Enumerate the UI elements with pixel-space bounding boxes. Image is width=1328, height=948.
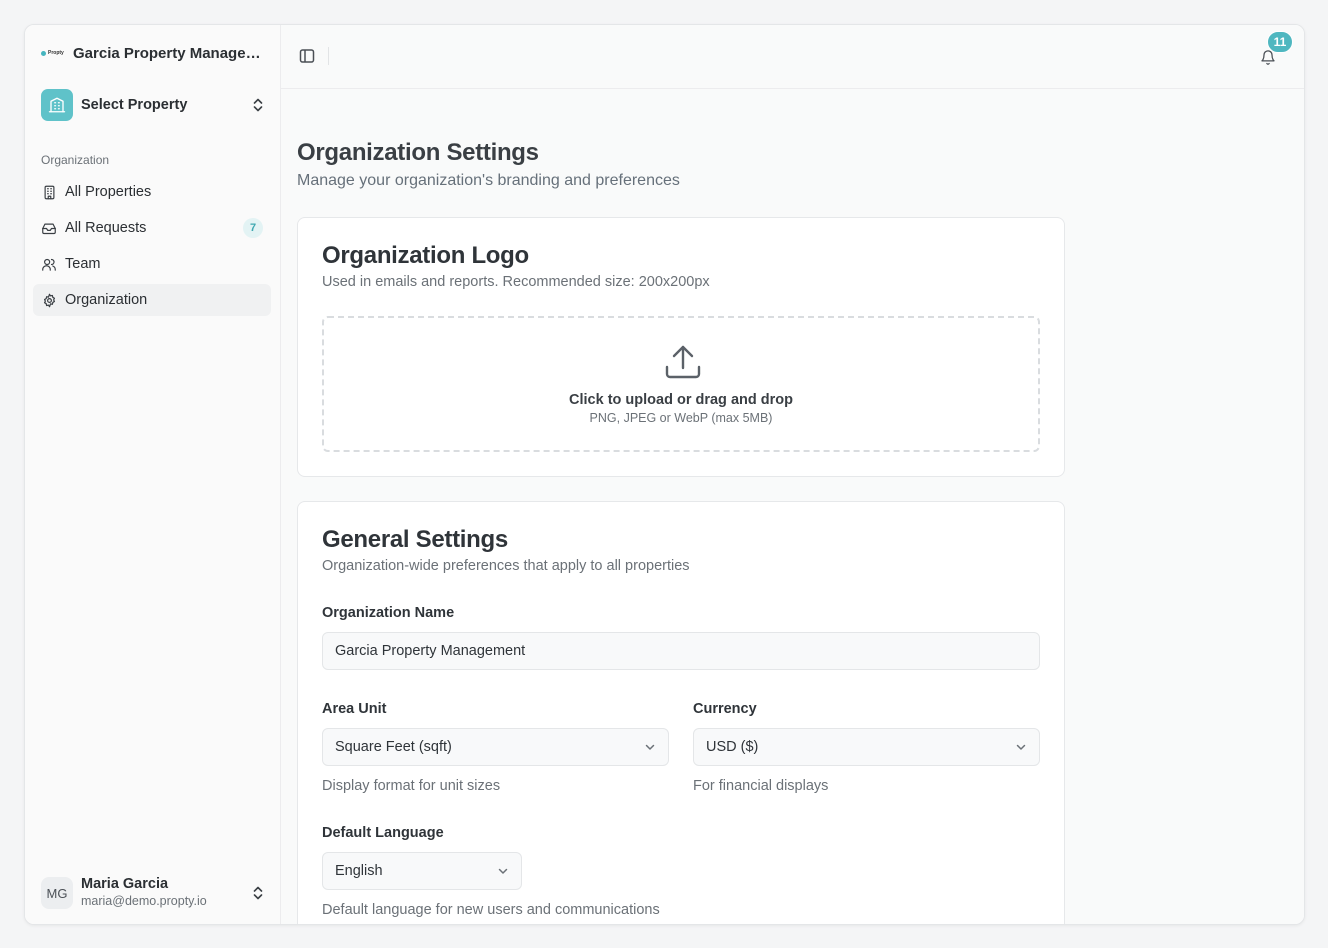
- panel-left-icon: [299, 49, 315, 63]
- currency-helper: For financial displays: [693, 778, 829, 794]
- upload-instruction: Click to upload or drag and drop: [569, 392, 793, 408]
- sidebar-item-label: Team: [65, 256, 101, 272]
- chevron-down-icon: [645, 744, 655, 750]
- toolbar-divider: [328, 47, 329, 65]
- sidebar-item-label: All Requests: [65, 220, 147, 236]
- topbar: 11: [281, 25, 1304, 89]
- general-settings-card: General Settings Organization-wide prefe…: [297, 501, 1065, 924]
- sidebar-item-organization[interactable]: Organization: [33, 284, 271, 316]
- currency-value: USD ($): [706, 739, 759, 755]
- app-window: Propty Garcia Property Managem... Select…: [24, 24, 1305, 925]
- currency-label: Currency: [693, 701, 757, 717]
- users-icon: [41, 256, 57, 272]
- building-icon: [41, 88, 73, 121]
- page-subtitle: Manage your organization's branding and …: [297, 172, 680, 189]
- user-email: maria@demo.propty.io: [81, 894, 207, 909]
- logo-upload-dropzone[interactable]: Click to upload or drag and drop PNG, JP…: [322, 316, 1040, 452]
- chevrons-up-down-icon: [251, 885, 265, 901]
- sidebar-item-team[interactable]: Team: [33, 248, 271, 280]
- language-select[interactable]: English: [322, 852, 522, 890]
- chevron-down-icon: [498, 868, 508, 874]
- page-title: Organization Settings: [297, 139, 539, 166]
- upload-icon: [665, 345, 701, 379]
- sidebar: Propty Garcia Property Managem... Select…: [25, 25, 281, 924]
- sidebar-item-all-requests[interactable]: All Requests 7: [33, 212, 271, 244]
- user-menu[interactable]: MG Maria Garcia maria@demo.propty.io: [41, 876, 265, 910]
- sidebar-section-label: Organization: [41, 153, 110, 167]
- sidebar-toggle-button[interactable]: [297, 45, 317, 67]
- property-selector-label: Select Property: [81, 96, 188, 113]
- upload-hint: PNG, JPEG or WebP (max 5MB): [589, 411, 773, 425]
- main-content: 11 Organization Settings Manage your org…: [281, 25, 1304, 924]
- language-label: Default Language: [322, 825, 444, 841]
- organization-logo-card: Organization Logo Used in emails and rep…: [297, 217, 1065, 477]
- inbox-icon: [41, 220, 57, 236]
- area-unit-value: Square Feet (sqft): [335, 739, 452, 755]
- building-icon: [41, 184, 57, 200]
- card-title: Organization Logo: [322, 242, 529, 269]
- card-subtitle: Organization-wide preferences that apply…: [322, 558, 690, 574]
- avatar: MG: [41, 877, 73, 909]
- user-name: Maria Garcia: [81, 876, 169, 893]
- sidebar-item-label: All Properties: [65, 184, 152, 200]
- sidebar-item-all-properties[interactable]: All Properties: [33, 176, 271, 208]
- currency-select[interactable]: USD ($): [693, 728, 1040, 766]
- propty-logo: Propty: [41, 47, 65, 59]
- language-value: English: [335, 863, 383, 879]
- org-name-label: Organization Name: [322, 605, 455, 621]
- card-title: General Settings: [322, 526, 508, 553]
- property-selector[interactable]: Select Property: [41, 88, 265, 121]
- chevrons-up-down-icon: [251, 97, 265, 113]
- card-subtitle: Used in emails and reports. Recommended …: [322, 274, 710, 290]
- area-unit-label: Area Unit: [322, 701, 387, 717]
- language-helper: Default language for new users and commu…: [322, 902, 660, 918]
- gear-icon: [41, 292, 57, 308]
- chevron-down-icon: [1016, 744, 1026, 750]
- org-name-input[interactable]: Garcia Property Management: [322, 632, 1040, 670]
- org-name: Garcia Property Managem...: [73, 44, 265, 62]
- requests-count-badge: 7: [243, 218, 263, 238]
- area-unit-select[interactable]: Square Feet (sqft): [322, 728, 669, 766]
- org-name-value: Garcia Property Management: [335, 643, 526, 659]
- area-unit-helper: Display format for unit sizes: [322, 778, 501, 794]
- sidebar-item-label: Organization: [65, 292, 148, 308]
- notification-badge: 11: [1267, 31, 1293, 53]
- org-header[interactable]: Propty Garcia Property Managem...: [41, 41, 271, 65]
